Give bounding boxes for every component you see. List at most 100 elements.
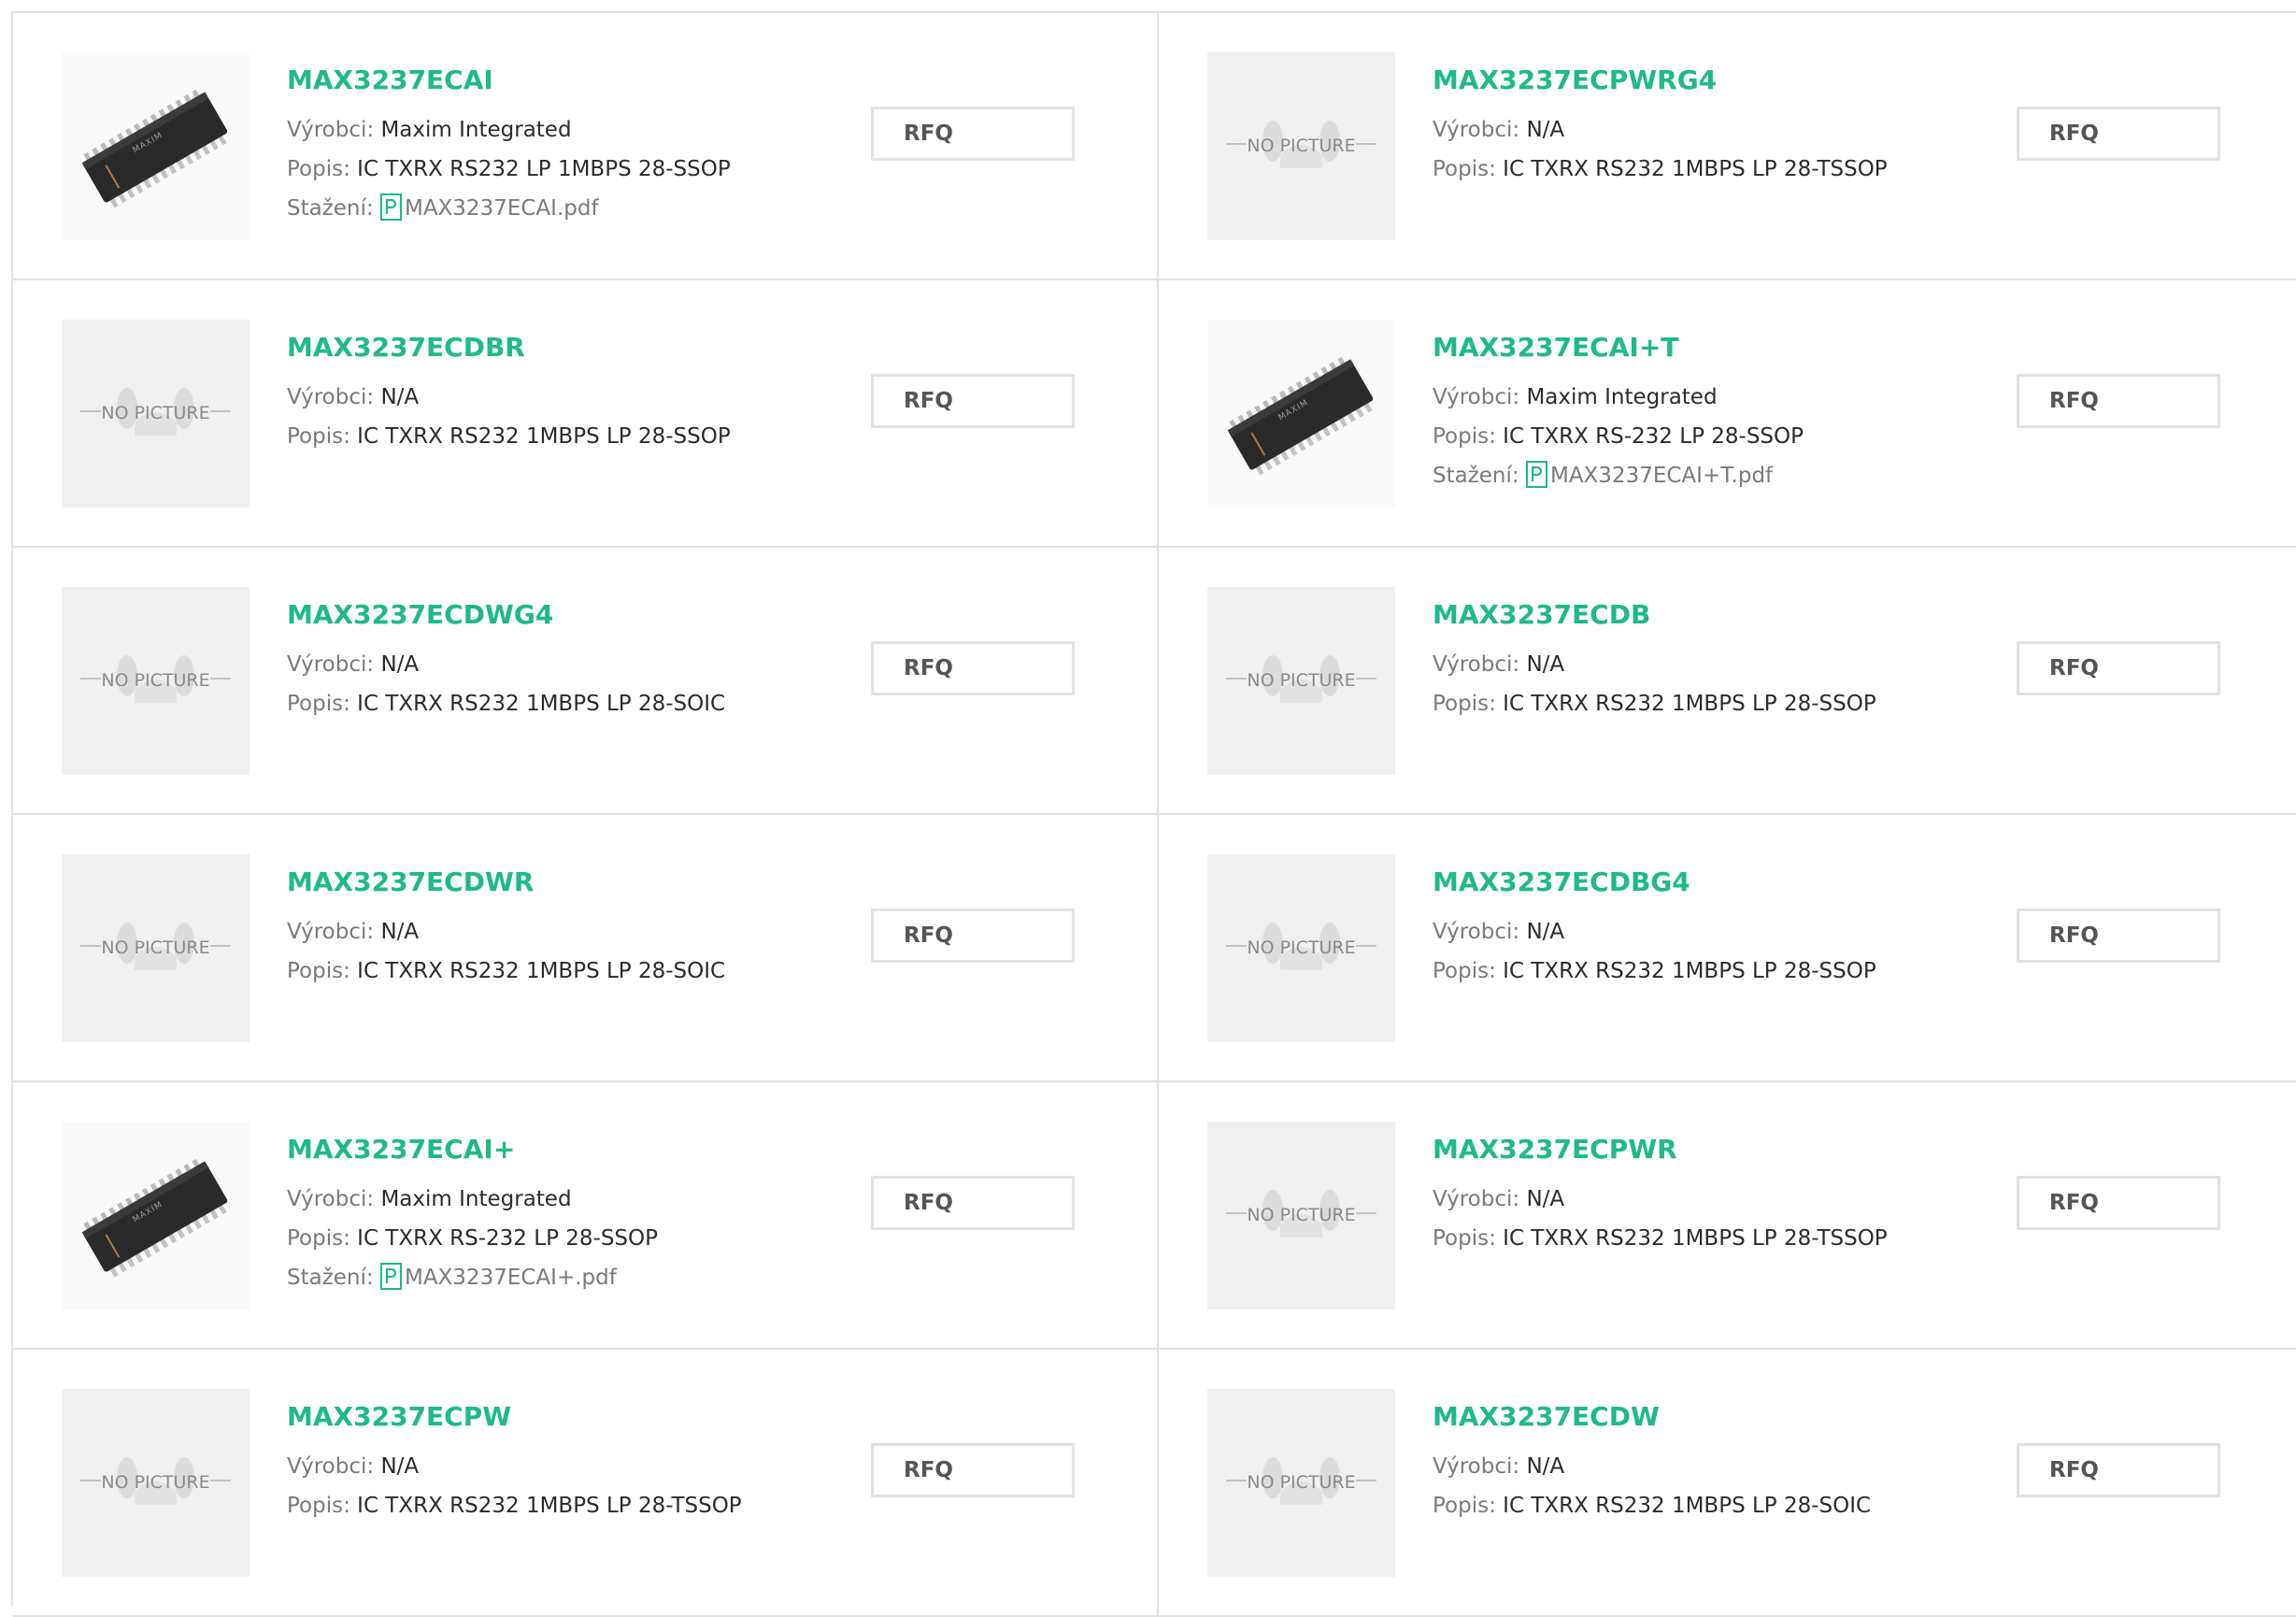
pdf-icon [1525,461,1547,488]
manufacturer-row: Výrobci: N/A [1433,1447,1993,1486]
product-thumbnail[interactable]: MAXIM [62,1122,250,1309]
product-thumbnail[interactable]: NO PICTURE [62,854,250,1042]
description-row: Popis: IC TXRX RS232 1MBPS LP 28-SSOP [1433,684,1993,723]
no-picture-placeholder-icon: NO PICTURE [1226,1190,1376,1238]
description-value: IC TXRX RS232 1MBPS LP 28-SOIC [357,959,726,983]
part-number-link[interactable]: MAX3237ECDWG4 [287,596,848,634]
manufacturer-label: Výrobci: [287,1454,375,1479]
part-number-link[interactable]: MAX3237ECAI+T [1433,329,1993,366]
description-label: Popis: [1433,1494,1496,1518]
product-thumbnail[interactable]: NO PICTURE [1207,52,1395,240]
product-thumbnail[interactable]: MAXIM [1207,320,1395,508]
product-info: MAX3237ECPW Výrobci: N/A Popis: IC TXRX … [287,1398,848,1525]
product-card-max3237ecdwg4: NO PICTURE MAX3237ECDWG4 Výrobci: N/A Po… [13,548,1159,815]
manufacturer-label: Výrobci: [1433,920,1520,944]
description-label: Popis: [287,1226,350,1251]
rfq-button[interactable]: RFQ [2017,1176,2220,1230]
rfq-button[interactable]: RFQ [2017,909,2220,963]
part-number-link[interactable]: MAX3237ECDWR [287,864,848,901]
manufacturer-row: Výrobci: N/A [287,378,848,417]
rfq-button[interactable]: RFQ [871,374,1075,428]
rfq-button[interactable]: RFQ [871,909,1075,963]
product-info: MAX3237ECPWRG4 Výrobci: N/A Popis: IC TX… [1433,62,1993,189]
product-thumbnail[interactable]: NO PICTURE [62,587,250,775]
description-value: IC TXRX RS232 1MBPS LP 28-SOIC [1503,1494,1872,1518]
product-card-max3237ecdbg4: NO PICTURE MAX3237ECDBG4 Výrobci: N/A Po… [1159,815,2296,1082]
product-thumbnail[interactable]: NO PICTURE [1207,1389,1395,1577]
part-number-link[interactable]: MAX3237ECAI+ [287,1131,848,1168]
product-info: MAX3237ECPWR Výrobci: N/A Popis: IC TXRX… [1433,1131,1993,1258]
manufacturer-label: Výrobci: [1433,1454,1520,1479]
product-thumbnail[interactable]: NO PICTURE [1207,587,1395,775]
rfq-button[interactable]: RFQ [2017,1443,2220,1497]
manufacturer-row: Výrobci: N/A [287,645,848,684]
part-number-link[interactable]: MAX3237ECPWR [1433,1131,1993,1168]
rfq-button[interactable]: RFQ [2017,374,2220,428]
product-thumbnail[interactable]: NO PICTURE [1207,854,1395,1042]
rfq-button[interactable]: RFQ [871,1176,1075,1230]
description-row: Popis: IC TXRX RS232 1MBPS LP 28-TSSOP [1433,150,1993,189]
manufacturer-label: Výrobci: [287,920,375,944]
description-row: Popis: IC TXRX RS232 LP 1MBPS 28-SSOP [287,150,848,189]
datasheet-pdf-link[interactable]: MAX3237ECAI.pdf [379,193,599,221]
product-info: MAX3237ECDBG4 Výrobci: N/A Popis: IC TXR… [1433,864,1993,991]
manufacturer-row: Výrobci: Maxim Integrated [287,1180,848,1219]
description-row: Popis: IC TXRX RS232 1MBPS LP 28-SOIC [287,684,848,723]
part-number-link[interactable]: MAX3237ECDW [1433,1398,1993,1436]
manufacturer-row: Výrobci: N/A [1433,645,1993,684]
manufacturer-label: Výrobci: [287,118,375,142]
part-number-link[interactable]: MAX3237ECDBG4 [1433,864,1993,901]
manufacturer-label: Výrobci: [1433,1187,1520,1211]
product-thumbnail[interactable]: NO PICTURE [62,1389,250,1577]
description-value: IC TXRX RS232 1MBPS LP 28-SOIC [357,692,726,716]
no-picture-text: NO PICTURE [101,937,209,958]
description-value: IC TXRX RS-232 LP 28-SSOP [357,1226,658,1251]
product-thumbnail[interactable]: NO PICTURE [1207,1122,1395,1309]
manufacturer-value: N/A [380,1454,420,1479]
product-info: MAX3237ECDB Výrobci: N/A Popis: IC TXRX … [1433,596,1993,723]
manufacturer-row: Výrobci: N/A [287,1447,848,1486]
rfq-button[interactable]: RFQ [2017,641,2220,695]
datasheet-filename: MAX3237ECAI+.pdf [404,1266,617,1290]
manufacturer-row: Výrobci: N/A [1433,912,1993,952]
product-info: MAX3237ECAI+T Výrobci: Maxim Integrated … [1433,329,1993,495]
product-thumbnail[interactable]: NO PICTURE [62,320,250,508]
no-picture-text: NO PICTURE [1247,1472,1355,1493]
product-info: MAX3237ECDBR Výrobci: N/A Popis: IC TXRX… [287,329,848,456]
description-value: IC TXRX RS232 1MBPS LP 28-SSOP [1503,959,1876,983]
description-label: Popis: [287,1494,350,1518]
part-number-link[interactable]: MAX3237ECPW [287,1398,848,1436]
no-picture-text: NO PICTURE [101,670,209,691]
product-card-max3237ecdb: NO PICTURE MAX3237ECDB Výrobci: N/A Popi… [1159,548,2296,815]
part-number-link[interactable]: MAX3237ECPWRG4 [1433,62,1993,99]
no-picture-text: NO PICTURE [101,403,209,423]
description-value: IC TXRX RS232 1MBPS LP 28-SSOP [1503,692,1876,716]
part-number-link[interactable]: MAX3237ECAI [287,62,848,99]
download-label: Stažení: [287,196,380,221]
part-number-link[interactable]: MAX3237ECDBR [287,329,848,366]
manufacturer-label: Výrobci: [287,1187,375,1211]
description-label: Popis: [1433,157,1496,181]
download-row: Stažení: MAX3237ECAI+T.pdf [1433,456,1993,495]
description-value: IC TXRX RS232 1MBPS LP 28-TSSOP [357,1494,742,1518]
download-label: Stažení: [1433,464,1526,488]
no-picture-text: NO PICTURE [1247,136,1355,156]
description-row: Popis: IC TXRX RS232 1MBPS LP 28-SOIC [1433,1486,1993,1525]
manufacturer-row: Výrobci: N/A [287,912,848,952]
datasheet-pdf-link[interactable]: MAX3237ECAI+T.pdf [1525,461,1773,488]
no-picture-text: NO PICTURE [1247,1205,1355,1225]
description-row: Popis: IC TXRX RS-232 LP 28-SSOP [1433,417,1993,456]
rfq-button[interactable]: RFQ [871,641,1075,695]
description-label: Popis: [287,692,350,716]
product-card-max3237ecdw: NO PICTURE MAX3237ECDW Výrobci: N/A Popi… [1159,1350,2296,1617]
rfq-button[interactable]: RFQ [871,107,1075,161]
manufacturer-row: Výrobci: N/A [1433,110,1993,150]
rfq-button[interactable]: RFQ [2017,107,2220,161]
product-grid: MAXIM MAX3237ECAI Výrobci: Maxim Integra… [11,11,2296,1617]
part-number-link[interactable]: MAX3237ECDB [1433,596,1993,634]
product-thumbnail[interactable]: MAXIM [62,52,250,240]
datasheet-pdf-link[interactable]: MAX3237ECAI+.pdf [379,1263,617,1290]
datasheet-filename: MAX3237ECAI.pdf [404,196,599,221]
product-card-max3237ecpw: NO PICTURE MAX3237ECPW Výrobci: N/A Popi… [13,1350,1159,1617]
rfq-button[interactable]: RFQ [871,1443,1075,1497]
